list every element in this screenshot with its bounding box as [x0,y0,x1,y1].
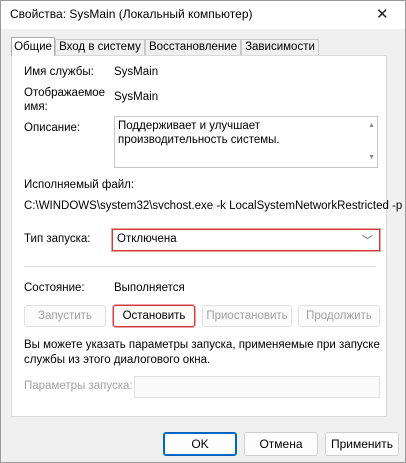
description-textbox[interactable]: Поддерживает и улучшает производительнос… [114,116,378,168]
description-label: Описание: [24,122,81,134]
divider [24,266,376,267]
startup-type-label: Тип запуска: [24,233,91,245]
stop-button[interactable]: Остановить [113,305,195,327]
status-label: Состояние: [24,282,85,294]
start-button[interactable]: Запустить [24,305,106,327]
window-title: Свойства: SysMain (Локальный компьютер) [10,7,253,21]
cancel-button[interactable]: Отмена [244,432,318,456]
service-properties-dialog: Свойства: SysMain (Локальный компьютер) … [0,0,406,463]
scroll-down-icon[interactable]: ▼ [368,151,375,165]
tab-recovery[interactable]: Восстановление [145,39,241,55]
executable-label: Исполняемый файл: [24,179,135,191]
service-name-value: SysMain [114,66,159,78]
general-tab-panel: Имя службы: SysMain Отображаемое имя: Sy… [11,55,402,417]
tab-general[interactable]: Общие [11,37,55,56]
resume-button[interactable]: Продолжить [298,305,380,327]
start-params-input[interactable] [134,376,380,398]
executable-path: C:\WINDOWS\system32\svchost.exe -k Local… [24,200,403,212]
scroll-up-icon[interactable]: ▲ [368,119,375,133]
apply-button[interactable]: Применить [325,432,399,456]
title-bar: Свойства: SysMain (Локальный компьютер) … [1,1,405,29]
hint-text-line2: службы из этого диалогового окна. [24,354,211,366]
ok-button[interactable]: OK [163,432,237,456]
start-params-label: Параметры запуска: [24,380,133,392]
status-value: Выполняется [114,282,185,294]
display-name-label-line2: имя: [24,101,48,113]
pause-button[interactable]: Приостановить [202,305,292,327]
hint-text-line1: Вы можете указать параметры запуска, при… [24,339,380,351]
display-name-label-line1: Отображаемое [24,87,106,99]
tab-dependencies[interactable]: Зависимости [241,39,319,55]
tab-logon[interactable]: Вход в систему [55,39,145,55]
startup-type-select[interactable]: Отключена ﹀ [112,229,380,251]
close-button[interactable]: ✕ [359,1,405,29]
display-name-value: SysMain [114,91,159,103]
close-icon: ✕ [376,6,389,23]
startup-type-value: Отключена [117,233,177,245]
description-text: Поддерживает и улучшает производительнос… [118,120,280,146]
service-name-label: Имя службы: [24,66,94,78]
chevron-down-icon: ﹀ [362,235,373,247]
